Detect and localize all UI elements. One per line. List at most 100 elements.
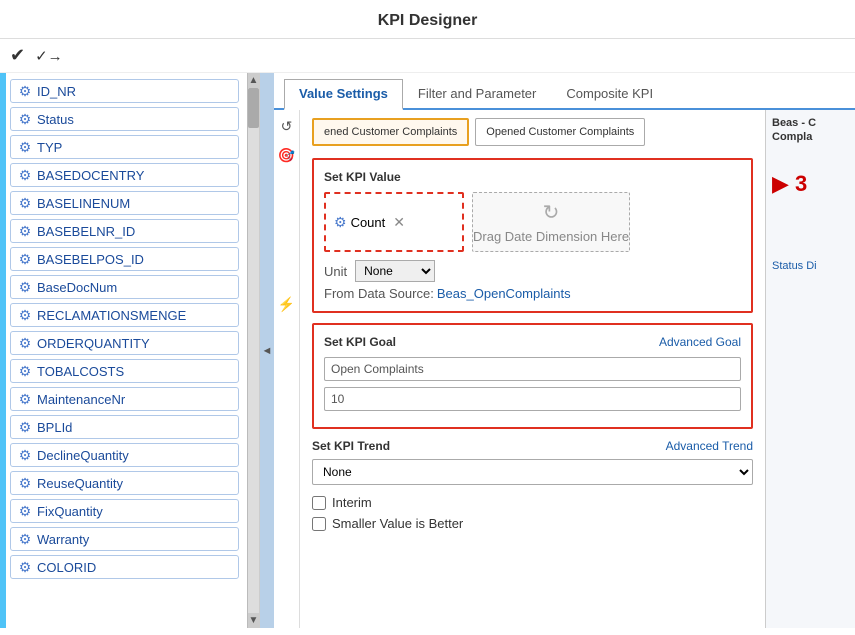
- field-item[interactable]: ⚙COLORID: [10, 555, 239, 579]
- drag-icon: ↻: [543, 200, 560, 225]
- field-icon: ⚙: [17, 447, 33, 463]
- datasource-row: From Data Source: Beas_OpenComplaints: [324, 286, 741, 301]
- kpi-button-1[interactable]: ened Customer Complaints: [312, 118, 469, 146]
- remove-count-button[interactable]: ✕: [393, 214, 405, 231]
- kpi-button-group: ened Customer Complaints Opened Customer…: [312, 118, 753, 146]
- field-label: BASELINENUM: [37, 196, 130, 211]
- field-icon: ⚙: [17, 335, 33, 351]
- field-item[interactable]: ⚙ BASELINENUM: [10, 191, 239, 215]
- field-item[interactable]: ⚙ MaintenanceNr: [10, 387, 239, 411]
- left-panel: ⚙ID_NR⚙Status⚙TYP⚙BASEDOCENTRY⚙BASELINEN…: [0, 73, 260, 628]
- field-icon: ⚙: [17, 223, 33, 239]
- field-label: RECLAMATIONSMENGE: [37, 308, 186, 323]
- field-item[interactable]: ⚙BaseDocNum: [10, 275, 239, 299]
- collapse-button[interactable]: ◄: [260, 73, 274, 628]
- checkbox-row: Smaller Value is Better: [312, 516, 753, 531]
- red-number: 3: [795, 171, 807, 196]
- scroll-down[interactable]: ▼: [248, 613, 259, 628]
- field-item[interactable]: ⚙TYP: [10, 135, 239, 159]
- unit-row: Unit None: [324, 260, 741, 282]
- field-icon: ⚙: [17, 363, 33, 379]
- kpi-trend-label: Set KPI Trend: [312, 439, 390, 453]
- side-actions: ↺ 🎯 ⚡: [274, 110, 300, 628]
- status-di-link[interactable]: Status Di: [772, 260, 817, 272]
- field-label: BPLId: [37, 420, 72, 435]
- datasource-label: From Data Source:: [324, 286, 434, 301]
- field-label: DeclineQuantity: [37, 448, 129, 463]
- field-icon: ⚙: [17, 307, 33, 323]
- side-icon-1[interactable]: ↺: [281, 118, 293, 135]
- main-layout: ⚙ID_NR⚙Status⚙TYP⚙BASEDOCENTRY⚙BASELINEN…: [0, 73, 855, 628]
- kpi-button-2[interactable]: Opened Customer Complaints: [475, 118, 645, 146]
- kpi-goal-header: Set KPI Goal Advanced Goal: [324, 335, 741, 349]
- count-label: Count: [351, 215, 386, 230]
- field-item[interactable]: ⚙ TOBALCOSTS: [10, 359, 239, 383]
- kpi-value-area: ⚙ Count ✕ ↻ Drag Date Dimension Here: [324, 192, 741, 252]
- field-item[interactable]: ⚙ DeclineQuantity: [10, 443, 239, 467]
- field-icon: ⚙: [17, 195, 33, 211]
- tab-composite-kpi[interactable]: Composite KPI: [551, 79, 668, 108]
- kpi-value-label: Set KPI Value: [324, 170, 741, 184]
- kpi-goal-label: Set KPI Goal: [324, 335, 396, 349]
- field-item[interactable]: ⚙ ID_NR: [10, 79, 239, 103]
- drag-date-box: ↻ Drag Date Dimension Here: [472, 192, 630, 252]
- scroll-up[interactable]: ▲: [248, 73, 259, 88]
- checkbox-interim[interactable]: [312, 496, 326, 510]
- red-triangle-icon[interactable]: ▶ 3: [772, 171, 849, 197]
- field-item[interactable]: ⚙ORDERQUANTITY: [10, 331, 239, 355]
- tab-value-settings[interactable]: Value Settings: [284, 79, 403, 110]
- field-item[interactable]: ⚙ BPLId: [10, 415, 239, 439]
- field-label: MaintenanceNr: [37, 392, 125, 407]
- field-item[interactable]: ⚙BASEBELPOS_ID: [10, 247, 239, 271]
- toolbar: ✔ ✓→: [0, 39, 855, 73]
- kpi-trend-header: Set KPI Trend Advanced Trend: [312, 439, 753, 453]
- field-icon: ⚙: [17, 167, 33, 183]
- right-panel: Value SettingsFilter and ParameterCompos…: [274, 73, 855, 628]
- field-label: BASEBELNR_ID: [37, 224, 135, 239]
- field-label: ID_NR: [37, 84, 76, 99]
- field-label: BASEDOCENTRY: [37, 168, 144, 183]
- field-icon: ⚙: [17, 531, 33, 547]
- field-icon: ⚙: [17, 251, 33, 267]
- field-icon: ⚙: [17, 559, 33, 575]
- kpi-value-box: ⚙ Count ✕: [324, 192, 464, 252]
- checkbox-smaller-value-is-better[interactable]: [312, 517, 326, 531]
- field-label: TOBALCOSTS: [37, 364, 124, 379]
- datasource-value: Beas_OpenComplaints: [437, 286, 571, 301]
- field-item[interactable]: ⚙ReuseQuantity: [10, 471, 239, 495]
- scroll-track[interactable]: ▲ ▼: [247, 73, 259, 628]
- count-icon: ⚙: [334, 214, 347, 231]
- field-icon: ⚙: [17, 279, 33, 295]
- field-icon: ⚙: [17, 391, 33, 407]
- tab-content: ened Customer Complaints Opened Customer…: [300, 110, 765, 628]
- field-icon: ⚙: [17, 503, 33, 519]
- field-item[interactable]: ⚙ FixQuantity: [10, 499, 239, 523]
- field-item[interactable]: ⚙ RECLAMATIONSMENGE: [10, 303, 239, 327]
- far-right-panel: Beas - C Compla ▶ 3 Status Di: [765, 110, 855, 628]
- arrow-button[interactable]: ✓→: [35, 47, 63, 65]
- count-item: ⚙ Count ✕: [334, 214, 405, 231]
- unit-select[interactable]: None: [355, 260, 435, 282]
- check-button[interactable]: ✔: [10, 45, 25, 66]
- field-item[interactable]: ⚙Warranty: [10, 527, 239, 551]
- field-icon: ⚙: [17, 475, 33, 491]
- checkbox-label: Smaller Value is Better: [332, 516, 463, 531]
- field-item[interactable]: ⚙Status: [10, 107, 239, 131]
- field-icon: ⚙: [17, 419, 33, 435]
- field-label: TYP: [37, 140, 62, 155]
- side-icon-2[interactable]: 🎯: [278, 147, 295, 164]
- advanced-trend-link[interactable]: Advanced Trend: [666, 439, 753, 453]
- field-icon: ⚙: [17, 83, 33, 99]
- advanced-goal-link[interactable]: Advanced Goal: [659, 335, 741, 349]
- field-label: FixQuantity: [37, 504, 103, 519]
- field-item[interactable]: ⚙ BASEBELNR_ID: [10, 219, 239, 243]
- left-panel-inner: ⚙ID_NR⚙Status⚙TYP⚙BASEDOCENTRY⚙BASELINEN…: [0, 73, 259, 628]
- kpi-goal-text-input[interactable]: [324, 357, 741, 381]
- kpi-goal-value-input[interactable]: [324, 387, 741, 411]
- scroll-thumb[interactable]: [248, 88, 259, 128]
- field-item[interactable]: ⚙ BASEDOCENTRY: [10, 163, 239, 187]
- side-icon-3[interactable]: ⚡: [278, 296, 295, 313]
- drag-label: Drag Date Dimension Here: [473, 229, 629, 244]
- tab-filter-and-parameter[interactable]: Filter and Parameter: [403, 79, 552, 108]
- trend-select[interactable]: None: [312, 459, 753, 485]
